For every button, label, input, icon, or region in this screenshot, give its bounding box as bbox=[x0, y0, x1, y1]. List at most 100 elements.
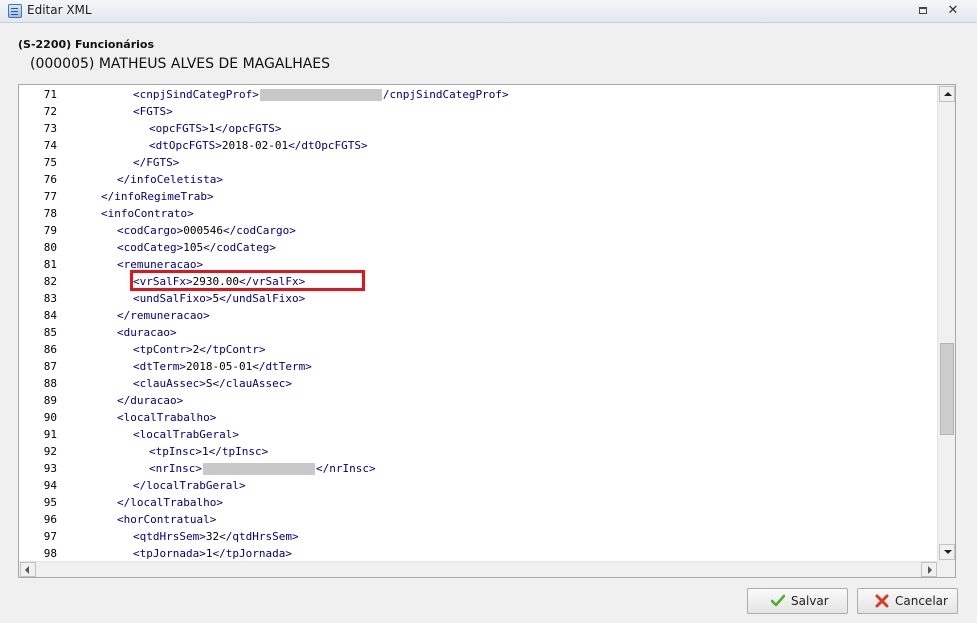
code-line[interactable]: 98 <tpJornada>1</tpJornada> bbox=[19, 545, 938, 561]
xml-tag: </infoRegimeTrab> bbox=[101, 190, 214, 203]
redacted-value bbox=[259, 89, 382, 101]
code-line[interactable]: 79 <codCargo>000546</codCargo> bbox=[19, 222, 938, 239]
code-line[interactable]: 72 <FGTS> bbox=[19, 103, 938, 120]
code-line[interactable]: 91 <localTrabGeral> bbox=[19, 426, 938, 443]
line-number: 80 bbox=[43, 241, 57, 254]
line-number: 81 bbox=[43, 258, 57, 271]
check-icon bbox=[771, 594, 785, 607]
save-button[interactable]: Salvar bbox=[747, 588, 848, 614]
code-line[interactable]: 80 <codCateg>105</codCateg> bbox=[19, 239, 938, 256]
horizontal-scrollbar[interactable] bbox=[19, 561, 938, 577]
line-number: 84 bbox=[43, 309, 57, 322]
code-text: </localTrabGeral> bbox=[133, 477, 246, 494]
x-icon bbox=[875, 594, 889, 608]
scroll-down-button[interactable] bbox=[939, 544, 955, 560]
code-line[interactable]: 89 </duracao> bbox=[19, 392, 938, 409]
code-line[interactable]: 74 <dtOpcFGTS>2018-02-01</dtOpcFGTS> bbox=[19, 137, 938, 154]
code-line[interactable]: 87 <dtTerm>2018-05-01</dtTerm> bbox=[19, 358, 938, 375]
xml-tag: <undSalFixo> bbox=[133, 292, 213, 305]
code-line[interactable]: 83 <undSalFixo>5</undSalFixo> bbox=[19, 290, 938, 307]
code-line[interactable]: 75 </FGTS> bbox=[19, 154, 938, 171]
code-text: <tpInsc>1</tpInsc> bbox=[149, 443, 268, 460]
xml-tag: </nrInsc> bbox=[315, 462, 376, 475]
line-number: 89 bbox=[43, 394, 57, 407]
xml-editor[interactable]: 71 <cnpjSindCategProf> /cnpjSindCategProf>… bbox=[18, 84, 956, 578]
code-line[interactable]: 92 <tpInsc>1</tpInsc> bbox=[19, 443, 938, 460]
scroll-right-button[interactable] bbox=[921, 562, 937, 577]
xml-tag: <nrInsc> bbox=[149, 462, 202, 475]
code-line[interactable]: 73 <opcFGTS>1</opcFGTS> bbox=[19, 120, 938, 137]
code-text: <tpContr>2</tpContr> bbox=[133, 341, 265, 358]
code-text: <localTrabGeral> bbox=[133, 426, 239, 443]
code-line[interactable]: 78 <infoContrato> bbox=[19, 205, 938, 222]
code-area[interactable]: 71 <cnpjSindCategProf> /cnpjSindCategProf>… bbox=[19, 85, 938, 561]
code-line[interactable]: 93 <nrInsc> </nrInsc> bbox=[19, 460, 938, 477]
code-line[interactable]: 71 <cnpjSindCategProf> /cnpjSindCategProf> bbox=[19, 86, 938, 103]
scroll-left-button[interactable] bbox=[20, 562, 36, 577]
redacted-value bbox=[202, 463, 315, 475]
xml-tag: <tpInsc> bbox=[149, 445, 202, 458]
code-line[interactable]: 85 <duracao> bbox=[19, 324, 938, 341]
code-text: <codCargo>000546</codCargo> bbox=[117, 222, 296, 239]
xml-value: 2018-05-01 bbox=[185, 360, 253, 373]
line-number: 86 bbox=[43, 343, 57, 356]
vertical-scrollbar[interactable] bbox=[937, 85, 955, 561]
xml-tag: </undSalFixo> bbox=[219, 292, 306, 305]
line-number: 79 bbox=[43, 224, 57, 237]
xml-tag: </tpContr> bbox=[199, 343, 266, 356]
xml-tag: </remuneracao> bbox=[117, 309, 210, 322]
xml-tag: <dtOpcFGTS> bbox=[149, 139, 222, 152]
code-line[interactable]: 77 </infoRegimeTrab> bbox=[19, 188, 938, 205]
xml-value: 32 bbox=[205, 530, 220, 543]
xml-tag: <FGTS> bbox=[133, 105, 173, 118]
code-line[interactable]: 86 <tpContr>2</tpContr> bbox=[19, 341, 938, 358]
restore-window-icon[interactable] bbox=[915, 3, 931, 19]
window-title: Editar XML bbox=[27, 3, 92, 17]
xml-value: 000546 bbox=[183, 224, 223, 237]
xml-value: 1 bbox=[201, 445, 209, 458]
code-text: <duracao> bbox=[117, 324, 177, 341]
line-number: 76 bbox=[43, 173, 57, 186]
xml-tag: </tpInsc> bbox=[208, 445, 269, 458]
code-line[interactable]: 94 </localTrabGeral> bbox=[19, 477, 938, 494]
xml-document-icon bbox=[8, 4, 22, 18]
xml-tag: </clauAssec> bbox=[212, 377, 292, 390]
xml-tag: <opcFGTS> bbox=[149, 122, 209, 135]
code-line[interactable]: 95 </localTrabalho> bbox=[19, 494, 938, 511]
event-title: (S-2200) Funcionários bbox=[18, 38, 155, 51]
code-text: <horContratual> bbox=[117, 511, 216, 528]
code-line[interactable]: 90 <localTrabalho> bbox=[19, 409, 938, 426]
cancel-button-label: Cancelar bbox=[895, 594, 948, 608]
line-number: 88 bbox=[43, 377, 57, 390]
xml-tag: <localTrabGeral> bbox=[133, 428, 239, 441]
line-number: 98 bbox=[43, 547, 57, 560]
code-text: </infoCeletista> bbox=[117, 171, 223, 188]
code-line[interactable]: 76 </infoCeletista> bbox=[19, 171, 938, 188]
line-number: 85 bbox=[43, 326, 57, 339]
code-line[interactable]: 88 <clauAssec>S</clauAssec> bbox=[19, 375, 938, 392]
xml-tag: </FGTS> bbox=[133, 156, 180, 169]
code-text: </FGTS> bbox=[133, 154, 179, 171]
xml-tag: </codCargo> bbox=[222, 224, 296, 237]
code-line[interactable]: 84 </remuneracao> bbox=[19, 307, 938, 324]
highlight-box bbox=[130, 270, 365, 291]
code-text: <clauAssec>S</clauAssec> bbox=[133, 375, 292, 392]
line-number: 77 bbox=[43, 190, 57, 203]
cancel-button[interactable]: Cancelar bbox=[857, 588, 958, 614]
code-line[interactable]: 96 <horContratual> bbox=[19, 511, 938, 528]
xml-tag: </tpJornada> bbox=[212, 547, 292, 560]
title-bar: Editar XML ✕ bbox=[0, 0, 977, 23]
line-number: 92 bbox=[43, 445, 57, 458]
code-text: </localTrabalho> bbox=[117, 494, 223, 511]
line-number: 82 bbox=[43, 275, 57, 288]
vertical-scroll-thumb[interactable] bbox=[940, 343, 954, 435]
xml-tag: </dtOpcFGTS> bbox=[288, 139, 368, 152]
xml-tag: </qtdHrsSem> bbox=[219, 530, 299, 543]
code-text: </duracao> bbox=[117, 392, 183, 409]
scroll-up-button[interactable] bbox=[939, 86, 955, 102]
code-text: <infoContrato> bbox=[101, 205, 194, 222]
close-icon[interactable]: ✕ bbox=[945, 3, 961, 19]
code-text: <qtdHrsSem>32</qtdHrsSem> bbox=[133, 528, 299, 545]
code-line[interactable]: 97 <qtdHrsSem>32</qtdHrsSem> bbox=[19, 528, 938, 545]
line-number: 83 bbox=[43, 292, 57, 305]
